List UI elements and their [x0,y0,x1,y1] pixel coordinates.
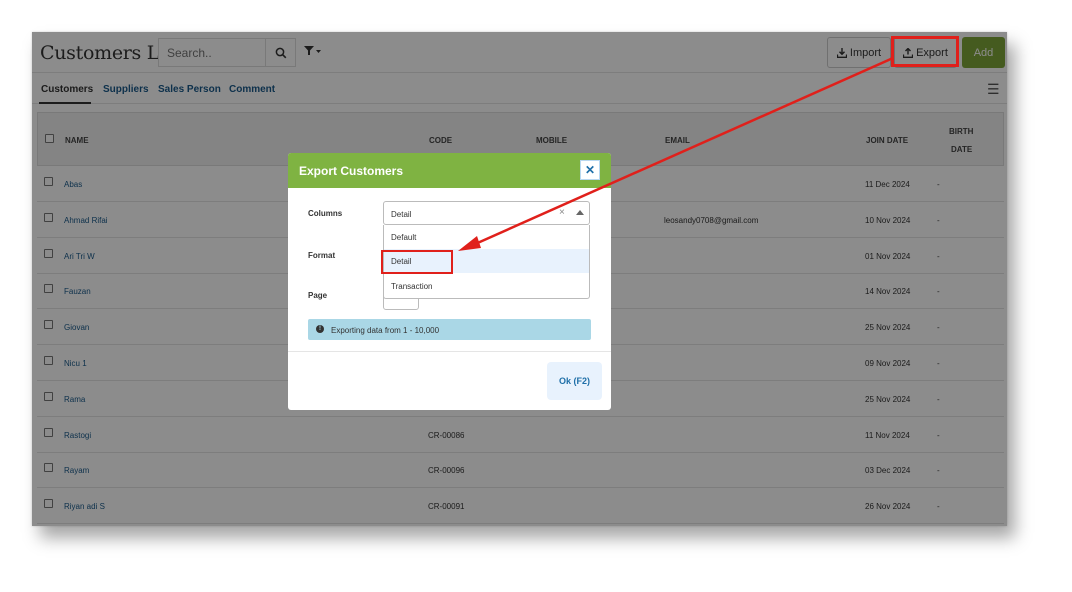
option-detail[interactable]: Detail [384,249,589,273]
dialog-title: Export Customers [299,164,404,178]
option-default[interactable]: Default [384,225,589,249]
format-label: Format [308,251,336,260]
dialog-header: Export Customers ✕ [288,153,611,188]
app-window: Customers List Import Export Add Custome… [32,32,1007,526]
info-banner: ! Exporting data from 1 - 10,000 [308,319,591,340]
columns-dropdown: Default Detail Transaction [383,225,590,299]
clear-icon[interactable]: × [559,207,565,218]
info-icon: ! [316,325,324,333]
columns-select[interactable]: Detail × [383,201,590,225]
chevron-up-icon[interactable] [576,210,584,215]
columns-label: Columns [308,209,343,218]
ok-button[interactable]: Ok (F2) [547,362,602,400]
close-icon[interactable]: ✕ [580,160,600,180]
info-text: Exporting data from 1 - 10,000 [331,326,440,335]
columns-selected-value: Detail [391,210,412,219]
export-dialog: Export Customers ✕ Columns Format Page D… [288,153,611,410]
dialog-divider [288,351,611,352]
option-transaction[interactable]: Transaction [384,274,589,298]
page-label: Page [308,291,328,300]
